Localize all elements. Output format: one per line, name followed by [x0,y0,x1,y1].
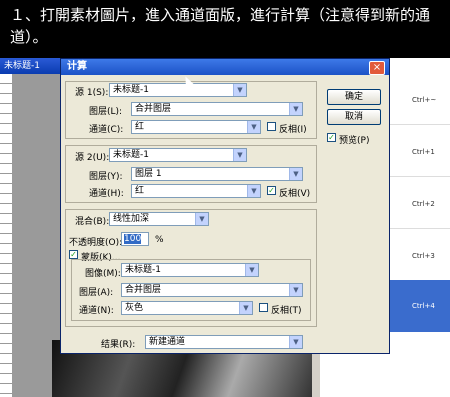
mask-channel-select[interactable]: 灰色 ▼ [121,301,253,315]
channel-shortcut: Ctrl+2 [412,200,435,208]
mask-invert-label: 反相(T) [271,306,302,316]
source1-channel-label: 通道(C): [89,125,124,135]
source2-layer-label: 图层(Y): [89,172,123,182]
source1-layer-label: 图层(L): [89,107,123,117]
chevron-down-icon: ▼ [247,121,260,133]
source2-channel-label: 通道(H): [89,189,124,199]
opacity-label: 不透明度(O): [69,238,123,248]
chevron-down-icon: ▼ [239,302,252,314]
source1-channel-select[interactable]: 红 ▼ [131,120,261,134]
tutorial-caption: １、打開素材圖片，進入通道面版，進行計算（注意得到新的通道）。 [10,6,431,46]
calculations-dialog: 计算 × 源 1(S): 未标题-1 ▼ 图层(L): 合并图层 ▼ 通道(C): … [60,58,390,354]
mask-channel-label: 通道(N): [79,306,114,316]
source2-invert-checkbox[interactable]: ✓ [267,186,276,195]
mask-invert-checkbox[interactable] [259,303,268,312]
chevron-down-icon: ▼ [289,103,302,115]
blending-select[interactable]: 线性加深 ▼ [109,212,209,226]
channel-shortcut: Ctrl+3 [412,252,435,260]
chevron-down-icon: ▼ [195,213,208,225]
source2-channel-select[interactable]: 红 ▼ [131,184,261,198]
chevron-down-icon: ▼ [245,264,258,276]
mask-checkbox[interactable]: ✓ [69,250,78,259]
channel-shortcut: Ctrl+1 [412,148,435,156]
result-select[interactable]: 新建通道 ▼ [145,335,303,349]
source2-layer-select[interactable]: 图层 1 ▼ [131,167,303,181]
mask-image-label: 图像(M): [85,269,121,279]
mask-layer-select[interactable]: 合并图层 ▼ [121,283,303,297]
source2-select[interactable]: 未标题-1 ▼ [109,148,247,162]
chevron-down-icon: ▼ [233,84,246,96]
source1-invert-label: 反相(I) [279,125,307,135]
opacity-input[interactable]: 100 [121,232,149,246]
opacity-unit: % [155,235,164,245]
cancel-button[interactable]: 取消 [327,109,381,125]
ok-button[interactable]: 确定 [327,89,381,105]
preview-checkbox[interactable]: ✓ [327,133,336,142]
mask-layer-label: 图层(A): [79,288,114,298]
mask-image-select[interactable]: 未标题-1 ▼ [121,263,259,277]
chevron-down-icon: ▼ [289,336,302,348]
source1-layer-select[interactable]: 合并图层 ▼ [131,102,303,116]
source2-label: 源 2(U): [75,153,110,163]
source1-invert-checkbox[interactable] [267,122,276,131]
close-icon[interactable]: × [369,61,385,75]
source2-invert-label: 反相(V) [279,189,311,199]
document-titlebar[interactable]: 未标题-1 [0,58,60,74]
chevron-down-icon: ▼ [289,284,302,296]
blending-label: 混合(B): [75,217,110,227]
source1-select[interactable]: 未标题-1 ▼ [109,83,247,97]
channel-shortcut: Ctrl+~ [412,96,437,104]
chevron-down-icon: ▼ [233,149,246,161]
source1-label: 源 1(S): [75,88,109,98]
preview-label: 预览(P) [339,136,370,146]
dialog-title: 计算 [61,59,389,75]
channel-shortcut: Ctrl+4 [412,302,435,310]
result-label: 结果(R): [101,340,136,350]
chevron-down-icon: ▼ [247,185,260,197]
chevron-down-icon: ▼ [289,168,302,180]
